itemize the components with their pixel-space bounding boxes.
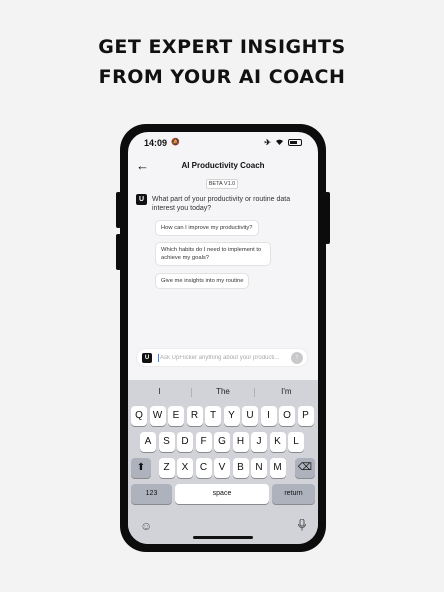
key-i[interactable]: I <box>260 406 277 426</box>
key-t[interactable]: T <box>205 406 221 426</box>
key-z[interactable]: Z <box>158 458 175 478</box>
prediction-item[interactable]: The <box>191 384 254 400</box>
space-key[interactable]: space <box>175 484 269 504</box>
suggestion-chip[interactable]: Give me insights into my routine <box>155 273 250 289</box>
beta-badge: BETA V1.0 <box>206 179 238 189</box>
key-j[interactable]: J <box>251 432 267 452</box>
key-m[interactable]: M <box>269 458 286 478</box>
key-h[interactable]: H <box>232 432 249 452</box>
status-bar: 14:09 🔕 ✈ <box>128 138 318 152</box>
key-o[interactable]: O <box>279 406 295 426</box>
key-e[interactable]: E <box>168 406 184 426</box>
status-time: 14:09 <box>144 138 168 148</box>
key-f[interactable]: F <box>195 432 212 452</box>
coach-avatar: U <box>136 194 147 205</box>
key-k[interactable]: K <box>269 432 286 452</box>
coach-question: What part of your productivity or routin… <box>152 196 291 212</box>
suggestion-chip[interactable]: Which habits do I need to implement to a… <box>155 242 271 266</box>
key-n[interactable]: N <box>251 458 267 478</box>
key-q[interactable]: Q <box>131 406 147 426</box>
key-s[interactable]: S <box>158 432 175 452</box>
microphone-icon[interactable] <box>298 518 306 534</box>
key-b[interactable]: B <box>232 458 249 478</box>
key-g[interactable]: G <box>214 432 230 452</box>
numbers-key[interactable]: 123 <box>131 484 172 504</box>
return-key[interactable]: return <box>272 484 315 504</box>
airplane-icon: ✈ <box>264 138 271 147</box>
suggestion-chip[interactable]: How can I improve my productivity? <box>155 220 259 236</box>
key-v[interactable]: V <box>214 458 230 478</box>
shift-key-icon[interactable]: ⬆ <box>131 458 151 478</box>
message-input[interactable] <box>160 352 286 364</box>
key-x[interactable]: X <box>177 458 193 478</box>
key-c[interactable]: C <box>195 458 212 478</box>
home-indicator <box>193 536 253 539</box>
key-a[interactable]: A <box>140 432 156 452</box>
prediction-bar: I The I'm <box>128 384 318 400</box>
key-l[interactable]: L <box>288 432 304 452</box>
phone-screen: 14:09 🔕 ✈ ← AI Productivity Coach BETA V… <box>128 132 318 544</box>
send-arrow-icon[interactable]: ↑ <box>291 352 303 364</box>
key-d[interactable]: D <box>177 432 193 452</box>
key-u[interactable]: U <box>242 406 258 426</box>
keyboard: I The I'm Q W E R T Y U I O P A S D F G … <box>128 380 318 544</box>
key-p[interactable]: P <box>297 406 314 426</box>
prediction-item[interactable]: I <box>128 384 191 400</box>
app-logo: U <box>142 353 152 363</box>
battery-icon <box>288 139 302 146</box>
headline-line-2: FROM YOUR AI COACH <box>98 66 346 88</box>
headline-line-1: GET EXPERT INSIGHTS <box>98 36 346 58</box>
key-y[interactable]: Y <box>223 406 240 426</box>
backspace-key-icon[interactable]: ⌫ <box>295 458 315 478</box>
mute-bell-icon: 🔕 <box>171 139 180 146</box>
nav-bar: ← AI Productivity Coach <box>128 158 318 176</box>
wifi-icon <box>275 138 284 147</box>
key-w[interactable]: W <box>149 406 166 426</box>
key-r[interactable]: R <box>186 406 203 426</box>
page-title: AI Productivity Coach <box>181 161 265 170</box>
prediction-item[interactable]: I'm <box>255 384 318 400</box>
emoji-icon[interactable]: ☺ <box>140 519 152 533</box>
message-composer: U ↑ <box>136 348 308 367</box>
text-caret <box>158 354 159 362</box>
